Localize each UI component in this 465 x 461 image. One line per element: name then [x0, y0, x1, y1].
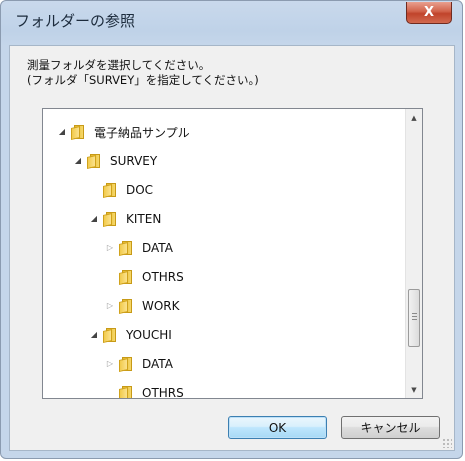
folder-browse-dialog: フォルダーの参照 X 測量フォルダを選択してください。 (フォルダ「SURVEY… — [0, 0, 463, 459]
folder-icon — [103, 328, 119, 343]
folder-icon — [119, 357, 135, 372]
triangle-right-icon[interactable]: ▷ — [105, 243, 115, 253]
folder-icon — [87, 154, 103, 169]
ok-button[interactable]: OK — [228, 416, 327, 439]
close-button[interactable]: X — [406, 2, 452, 24]
tree-item-label: SURVEY — [110, 154, 158, 168]
instruction-line-2: (フォルダ「SURVEY」を指定してください。) — [27, 73, 259, 87]
folder-icon — [119, 299, 135, 314]
tree-item-youchi[interactable]: ◢ YOUCHI — [89, 324, 172, 346]
tree-item-label: YOUCHI — [126, 328, 172, 342]
window-title: フォルダーの参照 — [15, 12, 136, 30]
tree-item-kiten-data[interactable]: ▷ DATA — [105, 237, 173, 259]
folder-icon — [103, 212, 119, 227]
triangle-down-icon[interactable]: ◢ — [73, 156, 83, 166]
tree-item-label: WORK — [142, 299, 180, 313]
tree-item-label: DATA — [142, 241, 173, 255]
scroll-up-arrow-icon[interactable]: ▲ — [406, 109, 422, 126]
scroll-down-arrow-icon[interactable]: ▼ — [406, 381, 422, 398]
resize-grip-icon[interactable] — [442, 438, 452, 448]
tree-item-label: OTHRS — [142, 386, 184, 399]
triangle-down-icon[interactable]: ◢ — [57, 127, 67, 137]
tree-item-denshi-nouhin-sample[interactable]: ◢ 電子納品サンプル — [57, 121, 190, 143]
scrollbar-thumb[interactable] — [408, 289, 420, 347]
tree-item-youchi-othrs[interactable]: OTHRS — [105, 382, 184, 399]
tree-item-doc[interactable]: DOC — [89, 179, 153, 201]
instruction-line-1: 測量フォルダを選択してください。 — [27, 58, 211, 72]
tree-item-kiten-othrs[interactable]: OTHRS — [105, 266, 184, 288]
tree-item-label: 電子納品サンプル — [94, 125, 190, 140]
dialog-body: 測量フォルダを選択してください。 (フォルダ「SURVEY」を指定してください。… — [9, 45, 455, 451]
tree-item-label: KITEN — [126, 212, 162, 226]
tree-item-label: OTHRS — [142, 270, 184, 284]
tree-item-work[interactable]: ▷ WORK — [105, 295, 180, 317]
triangle-right-icon[interactable]: ▷ — [105, 301, 115, 311]
folder-icon — [103, 183, 119, 198]
tree-item-label: DOC — [126, 183, 154, 197]
vertical-scrollbar[interactable]: ▲ ▼ — [405, 109, 422, 398]
title-bar[interactable]: フォルダーの参照 X — [1, 1, 462, 45]
triangle-right-icon[interactable]: ▷ — [105, 359, 115, 369]
tree-item-youchi-data[interactable]: ▷ DATA — [105, 353, 173, 375]
triangle-down-icon[interactable]: ◢ — [89, 330, 99, 340]
folder-icon — [119, 386, 135, 398]
folder-tree[interactable]: ◢ 電子納品サンプル ◢ SURVEY DOC ◢ KITEN ▷ DATA O… — [42, 108, 423, 399]
tree-item-label: DATA — [142, 357, 173, 371]
instruction-text: 測量フォルダを選択してください。 (フォルダ「SURVEY」を指定してください。… — [27, 58, 259, 88]
cancel-button[interactable]: キャンセル — [341, 416, 440, 439]
tree-item-survey[interactable]: ◢ SURVEY — [73, 150, 157, 172]
folder-icon — [119, 270, 135, 285]
grip-icon — [412, 313, 417, 322]
close-icon: X — [423, 5, 435, 20]
tree-item-kiten[interactable]: ◢ KITEN — [89, 208, 161, 230]
folder-icon — [71, 125, 87, 140]
triangle-down-icon[interactable]: ◢ — [89, 214, 99, 224]
folder-icon — [119, 241, 135, 256]
